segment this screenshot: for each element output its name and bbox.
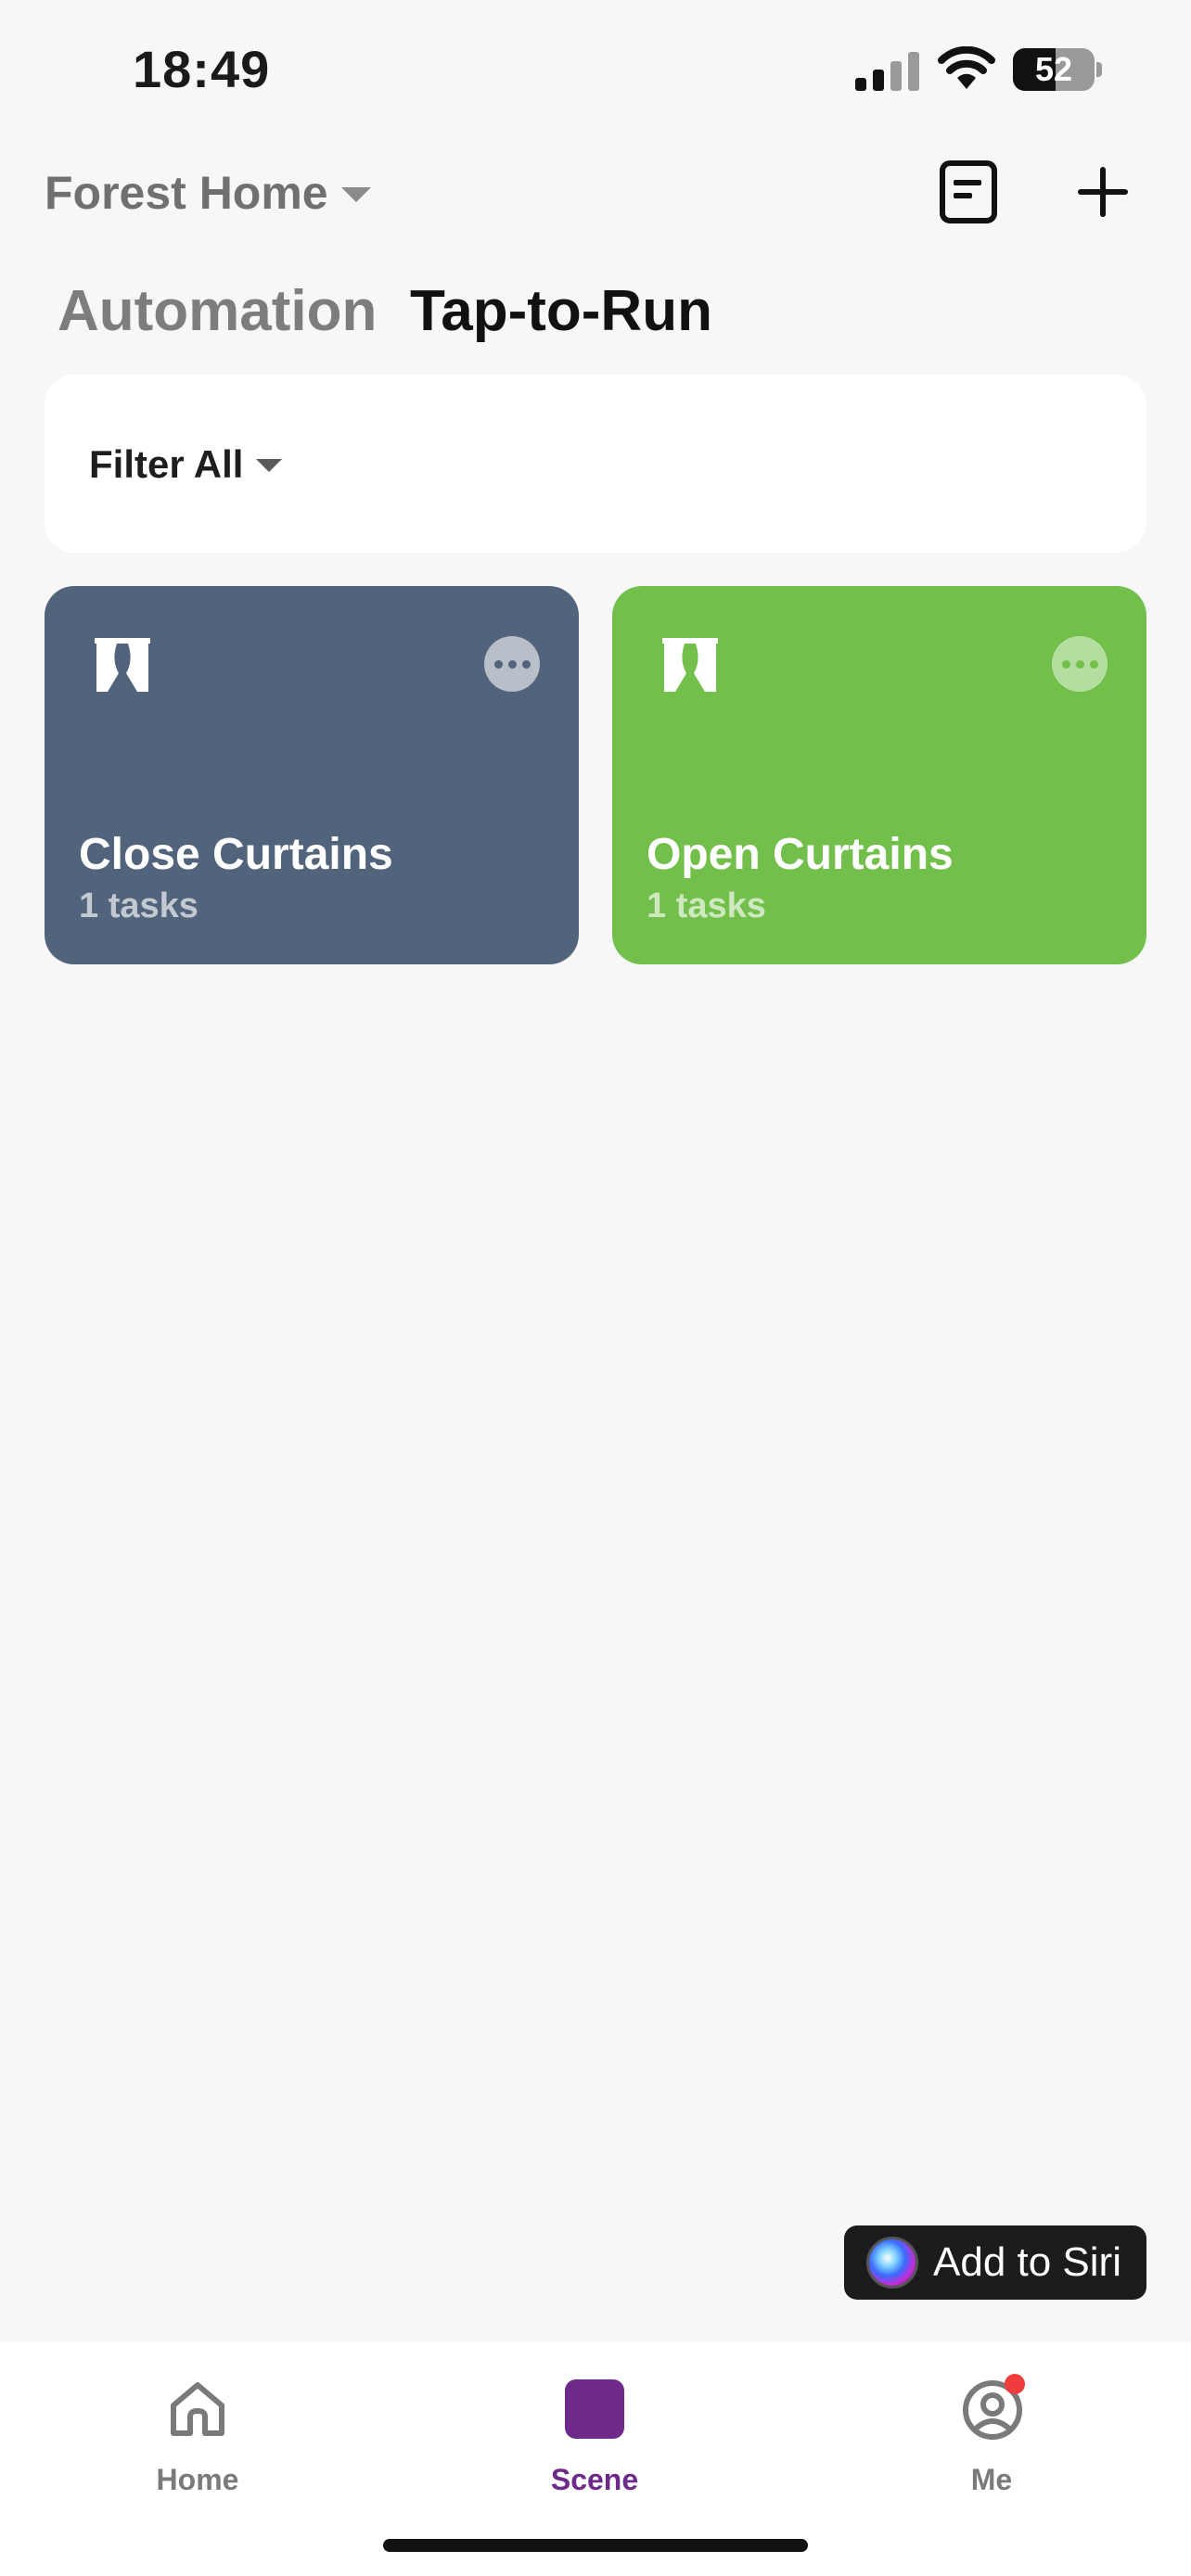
plus-icon[interactable] [1074, 163, 1132, 221]
nav-label: Me [970, 2463, 1013, 2496]
scene-task-count: 1 tasks [79, 886, 198, 925]
notification-badge [1005, 2374, 1025, 2394]
log-icon[interactable] [939, 159, 998, 224]
tab-automation[interactable]: Automation [58, 278, 377, 344]
siri-label: Add to Siri [933, 2239, 1121, 2285]
battery-percent: 52 [1034, 50, 1073, 88]
wifi-icon [938, 46, 995, 89]
nav-label: Scene [550, 2463, 639, 2496]
home-selector[interactable]: Forest Home [45, 163, 371, 223]
scene-title: Close Curtains [79, 830, 393, 879]
scene-check-icon [565, 2379, 660, 2439]
more-options-button[interactable] [484, 636, 540, 692]
add-to-siri-button[interactable]: Add to Siri [844, 2225, 1146, 2300]
filter-label: Filter All [89, 442, 244, 486]
home-icon [171, 2382, 224, 2436]
tab-tap-to-run[interactable]: Tap-to-Run [410, 278, 712, 344]
signal-icon [855, 52, 919, 91]
home-name: Forest Home [45, 167, 328, 219]
status-time: 18:49 [133, 40, 271, 98]
filter-card: Filter All [45, 375, 1146, 553]
scene-card-open-curtains[interactable]: Open Curtains 1 tasks [612, 586, 1146, 964]
caret-down-icon [340, 187, 371, 202]
curtain-icon [662, 638, 718, 692]
status-bar: 18:49 52 [0, 0, 1191, 139]
home-indicator [383, 2539, 808, 2552]
nav-scene[interactable]: Scene [502, 2361, 687, 2500]
curtain-icon [95, 638, 150, 692]
battery-icon: 52 [1013, 48, 1102, 91]
more-options-button[interactable] [1052, 636, 1108, 692]
nav-home[interactable]: Home [105, 2361, 290, 2500]
filter-dropdown[interactable]: Filter All [89, 440, 283, 490]
siri-icon [866, 2237, 918, 2289]
nav-me[interactable]: Me [899, 2361, 1084, 2500]
scene-card-close-curtains[interactable]: Close Curtains 1 tasks [45, 586, 579, 964]
scene-title: Open Curtains [647, 830, 954, 879]
scene-task-count: 1 tasks [647, 886, 766, 925]
nav-label: Home [156, 2463, 239, 2496]
caret-down-icon [256, 459, 283, 472]
